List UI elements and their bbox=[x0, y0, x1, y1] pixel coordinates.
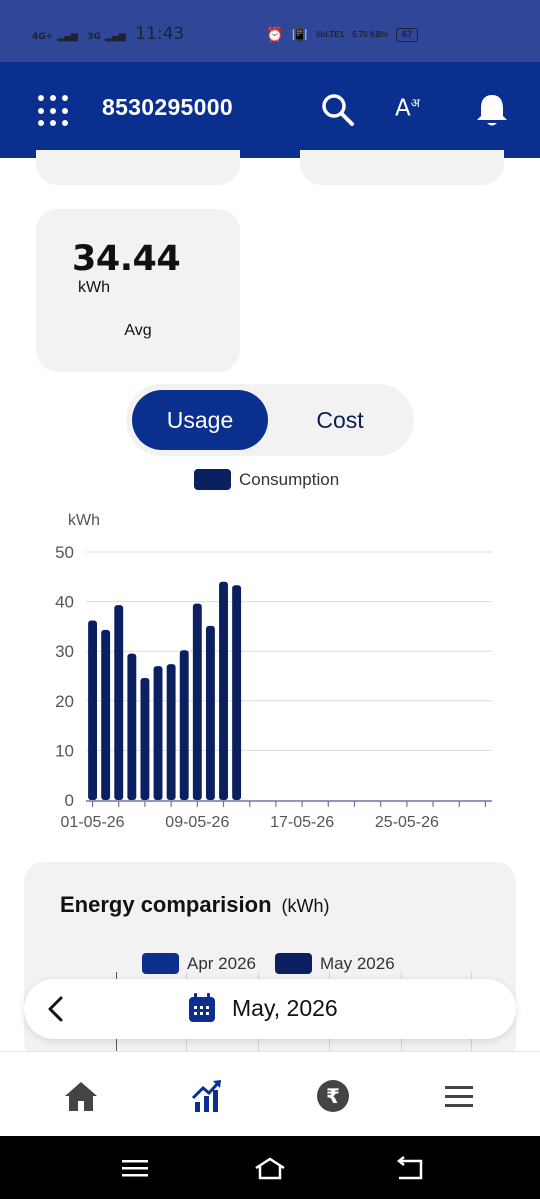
app-header: 8530295000 Aअ bbox=[0, 62, 540, 158]
comparison-title-text: Energy comparision bbox=[60, 892, 272, 917]
month-label[interactable]: May, 2026 bbox=[232, 995, 338, 1022]
legend-swatch bbox=[194, 469, 231, 490]
calendar-icon[interactable] bbox=[188, 993, 216, 1023]
avg-card: 34.44 kWh Avg bbox=[36, 209, 240, 372]
avg-value: 34.44 bbox=[72, 239, 181, 279]
legend-apr-label: Apr 2026 bbox=[187, 953, 256, 973]
speed-label: 5.70 KB/s bbox=[352, 30, 389, 39]
apps-grid-icon[interactable] bbox=[38, 95, 70, 127]
y-tick-label: 10 bbox=[55, 741, 74, 760]
chevron-left-icon[interactable] bbox=[44, 993, 68, 1025]
comparison-title: Energy comparision (kWh) bbox=[60, 892, 330, 918]
account-number: 8530295000 bbox=[102, 94, 233, 120]
bar bbox=[127, 653, 137, 800]
bar bbox=[140, 677, 150, 800]
x-tick-label: 01-05-26 bbox=[61, 814, 125, 831]
time-label: 11:43 bbox=[135, 24, 185, 44]
legend-label: Consumption bbox=[239, 469, 340, 489]
network2-label: 3G bbox=[87, 32, 102, 42]
x-tick-label: 17-05-26 bbox=[270, 814, 334, 831]
legend-may-label: May 2026 bbox=[320, 953, 395, 973]
recent-apps-icon[interactable] bbox=[118, 1154, 152, 1182]
avg-unit: kWh bbox=[78, 279, 110, 296]
comparison-unit: (kWh) bbox=[281, 896, 330, 916]
y-tick-label: 50 bbox=[55, 543, 74, 562]
svg-text:₹: ₹ bbox=[326, 1084, 340, 1108]
summary-card-stub-right bbox=[300, 150, 504, 185]
legend-apr-swatch bbox=[142, 953, 179, 974]
font-icon-sup: अ bbox=[410, 96, 420, 110]
avg-label: Avg bbox=[124, 322, 152, 339]
month-picker: May, 2026 bbox=[24, 979, 516, 1039]
analytics-icon[interactable] bbox=[187, 1076, 227, 1116]
tab-usage[interactable]: Usage bbox=[132, 390, 268, 450]
legend-may-swatch bbox=[275, 953, 312, 974]
bell-icon[interactable] bbox=[472, 90, 512, 130]
bar bbox=[192, 603, 202, 800]
bar bbox=[153, 666, 163, 800]
summary-card-stub-left bbox=[36, 150, 240, 185]
bar bbox=[179, 650, 189, 800]
bar bbox=[205, 625, 215, 800]
system-nav-bar bbox=[0, 1136, 540, 1199]
menu-icon[interactable] bbox=[439, 1076, 479, 1116]
status-right: ⏰ 📳 VoLTE1 5.70 KB/s 67 bbox=[266, 26, 419, 43]
chart-legend[interactable]: Consumption bbox=[194, 469, 339, 490]
signal-icon: ▂▄▆ bbox=[57, 32, 78, 42]
search-icon[interactable] bbox=[318, 90, 358, 130]
tab-cost[interactable]: Cost bbox=[272, 390, 408, 450]
usage-cost-toggle: Usage Cost bbox=[126, 384, 414, 456]
bar bbox=[219, 581, 228, 800]
status-bar: 4G+ ▂▄▆ 3G ▂▄▆ 11:43 ⏰ 📳 VoLTE1 5.70 KB/s … bbox=[0, 0, 540, 62]
font-size-icon[interactable]: Aअ bbox=[395, 94, 435, 134]
x-tick-label: 25-05-26 bbox=[375, 814, 439, 831]
consumption-chart: kWh 0 10 20 30 40 50 01-05-26 09-05-26 17-05-26… bbox=[55, 512, 492, 831]
battery-icon: 67 bbox=[396, 27, 419, 42]
font-icon-label: A bbox=[395, 95, 411, 122]
legend-apr[interactable]: Apr 2026 bbox=[142, 953, 256, 974]
network1-label: 4G+ bbox=[32, 32, 54, 42]
status-left: 4G+ ▂▄▆ 3G ▂▄▆ 11:43 bbox=[32, 24, 184, 44]
bar bbox=[166, 664, 176, 800]
home-icon[interactable] bbox=[61, 1076, 101, 1116]
rupee-icon[interactable]: ₹ bbox=[313, 1076, 353, 1116]
bar bbox=[88, 620, 98, 800]
x-tick-label: 09-05-26 bbox=[165, 814, 229, 831]
y-tick-label: 0 bbox=[65, 791, 74, 810]
bar bbox=[101, 629, 111, 800]
net-type-label: VoLTE1 bbox=[315, 30, 345, 39]
bar bbox=[232, 585, 242, 800]
legend-may[interactable]: May 2026 bbox=[275, 953, 395, 974]
signal-icon-2: ▂▄▆ bbox=[105, 32, 126, 42]
y-tick-label: 30 bbox=[55, 642, 74, 661]
y-axis-label: kWh bbox=[68, 512, 100, 529]
y-tick-label: 20 bbox=[55, 692, 74, 711]
y-tick-label: 40 bbox=[55, 593, 74, 612]
back-nav-icon[interactable] bbox=[393, 1154, 427, 1182]
bar bbox=[114, 605, 124, 800]
alarm-icon: ⏰ bbox=[266, 26, 284, 42]
home-nav-icon[interactable] bbox=[253, 1154, 287, 1182]
vibrate-icon: 📳 bbox=[291, 26, 308, 42]
bottom-nav: ₹ bbox=[0, 1051, 540, 1136]
